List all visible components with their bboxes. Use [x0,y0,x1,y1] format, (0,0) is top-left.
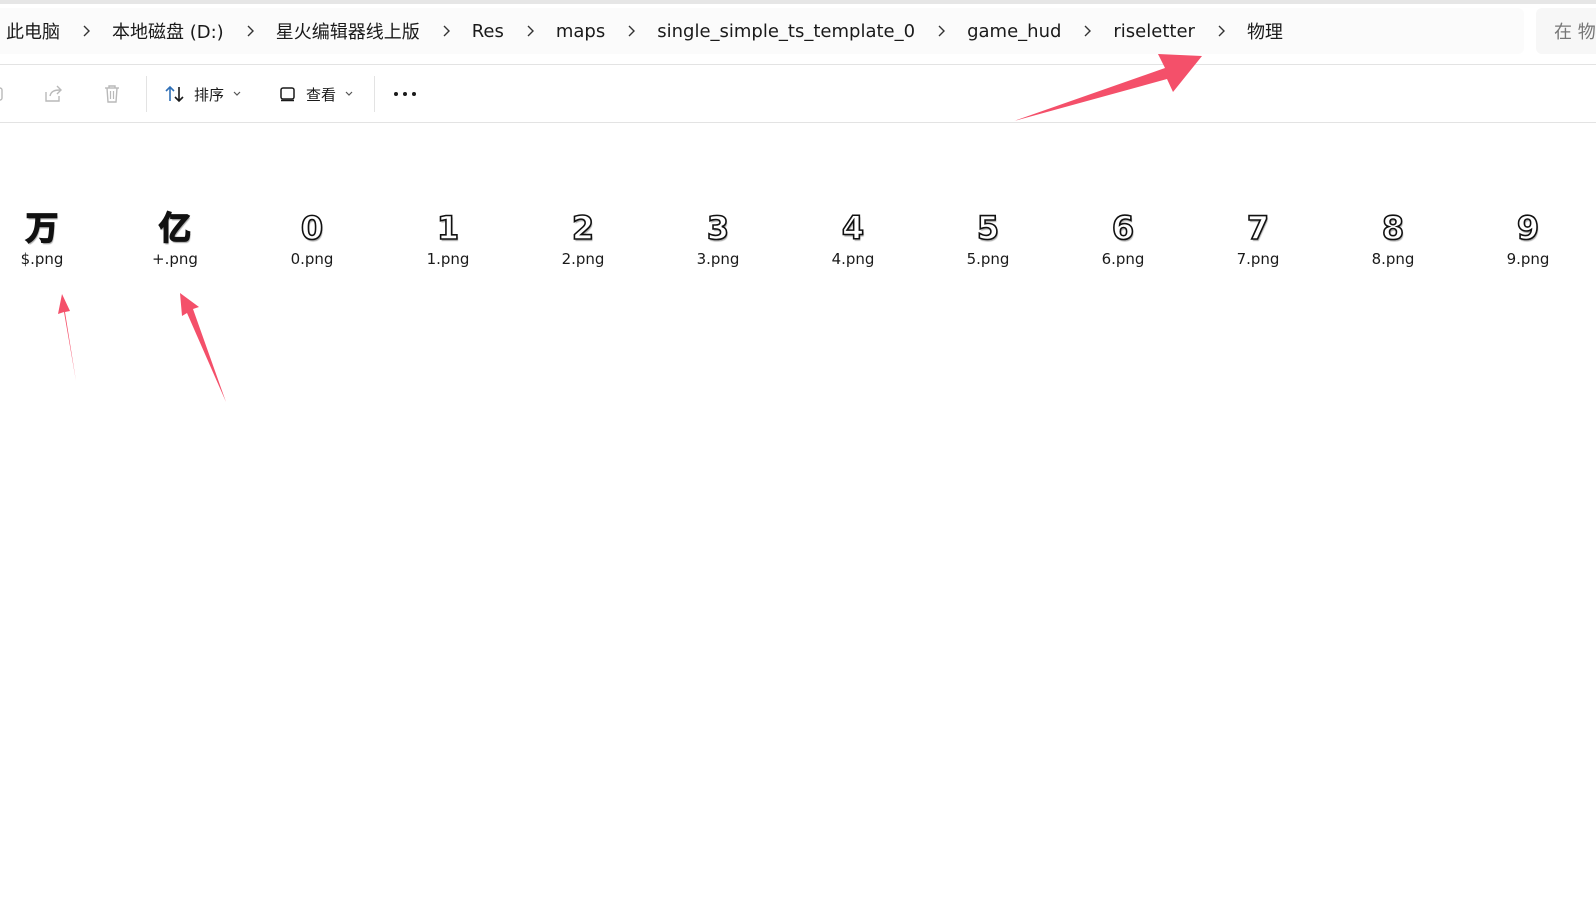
search-input[interactable]: 在 物 [1536,8,1596,54]
breadcrumb-item-maps[interactable]: maps [554,21,607,42]
file-thumbnail: 6 [1111,208,1135,248]
file-item[interactable]: 6 6.png [1073,200,1173,268]
view-layout-icon [280,87,295,102]
breadcrumb-item-drive-d[interactable]: 本地磁盘 (D:) [110,18,226,44]
file-item[interactable]: 2 2.png [533,200,633,268]
breadcrumb-item-current-folder[interactable]: 物理 [1245,18,1285,44]
file-name: 1.png [426,250,470,268]
chevron-right-icon[interactable] [917,21,965,41]
header-divider [0,64,1596,65]
file-name: 3.png [696,250,740,268]
file-name: 2.png [561,250,605,268]
file-name: $.png [20,250,64,268]
annotation-arrow-dollar-file [58,294,76,381]
chevron-right-icon[interactable] [506,21,554,41]
breadcrumb-item-this-pc[interactable]: 此电脑 [4,18,62,44]
file-name: 6.png [1101,250,1145,268]
file-thumbnail: 4 [841,208,865,248]
file-explorer-window: 此电脑 本地磁盘 (D:) 星火编辑器线上版 Res maps single_s… [0,0,1596,912]
file-item[interactable]: 9 9.png [1478,200,1578,268]
share-icon[interactable] [42,74,64,114]
file-list: 万 $.png 亿 +.png 0 0.png 1 1.png 2 2.png … [0,200,1596,300]
file-item[interactable]: 8 8.png [1343,200,1443,268]
file-item[interactable]: 3 3.png [668,200,768,268]
file-item[interactable]: 亿 +.png [125,200,225,268]
file-thumbnail: 万 [25,208,59,248]
file-thumbnail: 3 [706,208,730,248]
view-label: 查看 [306,85,337,104]
breadcrumb-item-res[interactable]: Res [470,21,506,42]
file-name: 9.png [1506,250,1550,268]
file-item[interactable]: 1 1.png [398,200,498,268]
annotation-arrow-plus-file [180,293,226,402]
file-thumbnail: 8 [1381,208,1405,248]
chevron-down-icon [233,91,241,96]
file-thumbnail: 9 [1516,208,1540,248]
file-item[interactable]: 5 5.png [938,200,1038,268]
toolbar-divider [0,122,1596,123]
file-item[interactable]: 0 0.png [262,200,362,268]
breadcrumb-item-game-hud[interactable]: game_hud [965,21,1063,42]
breadcrumb-item-riseletter[interactable]: riseletter [1111,21,1197,42]
file-name: 4.png [831,250,875,268]
address-bar[interactable]: 此电脑 本地磁盘 (D:) 星火编辑器线上版 Res maps single_s… [0,8,1524,54]
toolbar-separator [146,76,147,112]
file-item[interactable]: 万 $.png [0,200,92,268]
chevron-right-icon[interactable] [62,21,110,41]
search-placeholder: 在 物 [1554,22,1596,43]
chevron-down-icon [345,91,353,96]
chevron-right-icon[interactable] [226,21,274,41]
file-name: +.png [152,250,198,268]
file-item[interactable]: 7 7.png [1208,200,1308,268]
chevron-right-icon[interactable] [422,21,470,41]
file-thumbnail: 亿 [158,208,192,248]
copy-icon[interactable] [0,74,6,114]
chevron-right-icon[interactable] [1063,21,1111,41]
file-name: 0.png [290,250,334,268]
file-name: 8.png [1371,250,1415,268]
file-thumbnail: 2 [571,208,595,248]
chevron-right-icon[interactable] [607,21,655,41]
view-button[interactable]: 查看 [278,74,354,114]
file-name: 7.png [1236,250,1280,268]
breadcrumb-item-template[interactable]: single_simple_ts_template_0 [655,21,917,42]
sort-button[interactable]: 排序 [164,74,242,114]
file-thumbnail: 5 [976,208,1000,248]
file-item[interactable]: 4 4.png [803,200,903,268]
more-options-button[interactable] [392,74,418,114]
window-top-strip [0,0,1596,4]
trash-icon[interactable] [102,74,122,114]
file-thumbnail: 0 [300,208,324,248]
more-horizontal-icon [394,92,416,96]
file-thumbnail: 7 [1246,208,1270,248]
command-toolbar: 排序 查看 [0,66,1596,122]
annotation-overlay [58,54,1202,402]
file-thumbnail: 1 [436,208,460,248]
toolbar-separator [374,76,375,112]
breadcrumb-item-editor[interactable]: 星火编辑器线上版 [274,18,422,44]
sort-label: 排序 [194,85,225,104]
sort-arrows-icon [165,85,184,103]
chevron-right-icon[interactable] [1197,21,1245,41]
file-name: 5.png [966,250,1010,268]
